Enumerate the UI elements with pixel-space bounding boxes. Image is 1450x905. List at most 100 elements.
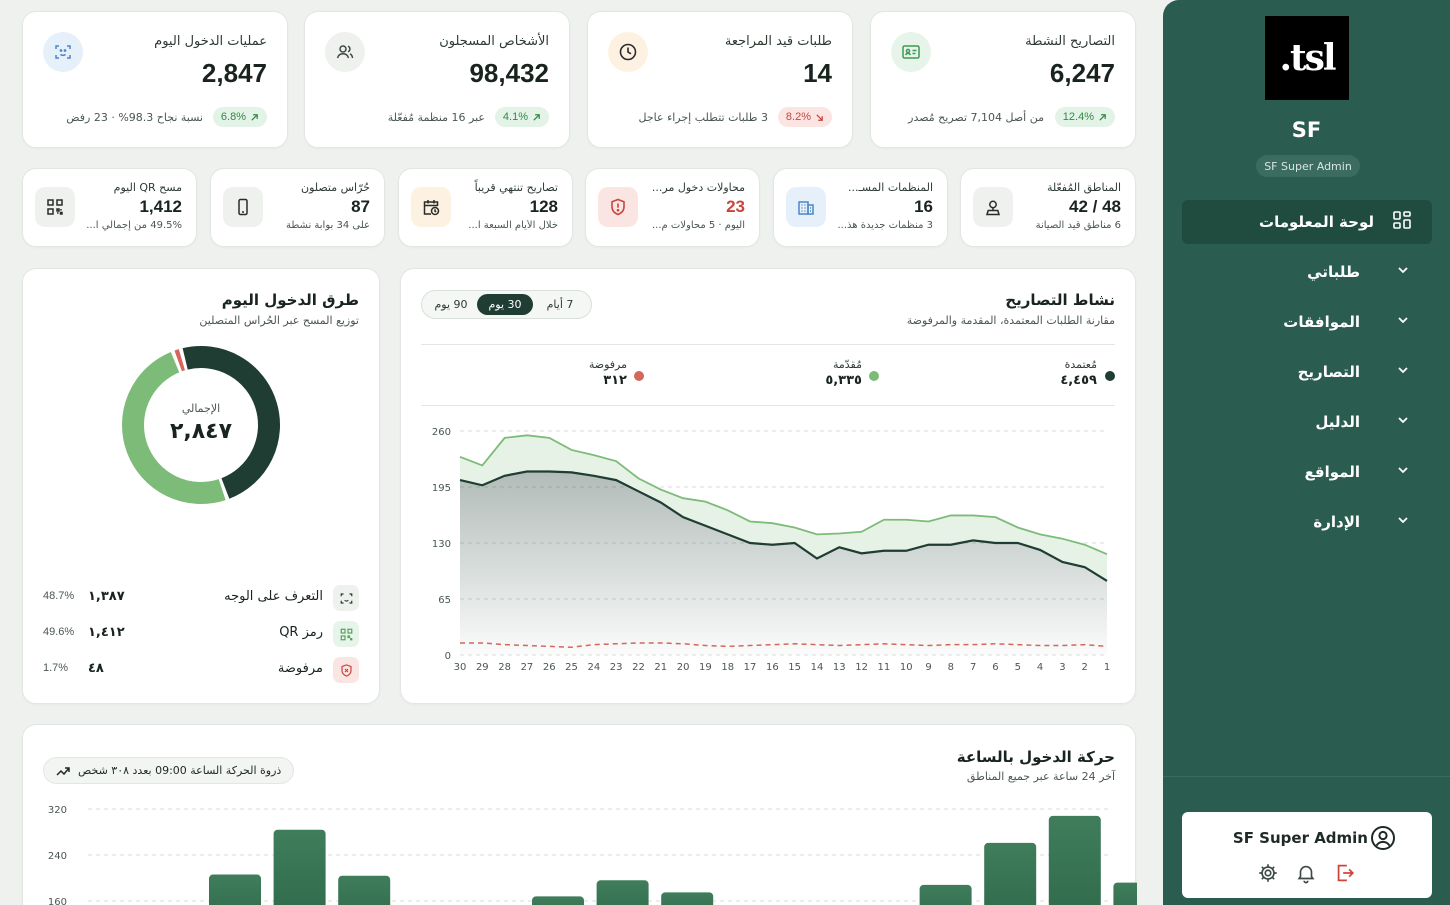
hourly-bar [209, 874, 261, 905]
method-count: ١,٤١٢ [88, 625, 125, 640]
hourly-card: حركة الدخول بالساعة آخر 24 ساعة عبر جميع… [22, 724, 1137, 905]
mini-title: تصاريح تنتهي قريباً [474, 181, 558, 194]
mini-value: 87 [351, 197, 370, 216]
x-tick-label: 24 [587, 662, 600, 673]
calendar-clock-icon [411, 187, 451, 227]
mini-value: 23 [726, 197, 745, 216]
chevron-down-icon [1391, 513, 1415, 531]
change-value: 12.4% [1062, 111, 1094, 123]
qr-icon [333, 621, 359, 647]
nav-my-requests[interactable]: طلباتي [1163, 250, 1450, 294]
change-badge: 6.8% [212, 107, 267, 127]
mini-sub: 6 مناطق قيد الصيانة [1035, 220, 1121, 231]
y-tick-label: 260 [432, 427, 451, 438]
y-tick-label: 130 [432, 539, 451, 550]
user-name: SF Super Admin [1232, 829, 1368, 847]
change-value: 8.2% [785, 111, 811, 123]
hourly-chart: 160 240 320 [48, 805, 1137, 905]
donut-total-label: الإجمالي [181, 402, 221, 415]
change-value: 6.8% [220, 111, 246, 123]
org-name: SF [1291, 118, 1322, 142]
bell-icon[interactable] [1295, 862, 1317, 888]
x-tick-label: 9 [925, 662, 931, 673]
x-tick-label: 7 [970, 662, 976, 673]
y-tick-label: 320 [48, 805, 67, 816]
method-row-rejected: مرفوضة ٤٨ 1.7% [43, 657, 359, 683]
approved-area [460, 471, 1107, 655]
y-tick-label: 240 [48, 851, 67, 862]
stat-title: طلبات قيد المراجعة [724, 34, 832, 49]
hourly-bar [338, 875, 391, 905]
mini-sub: 3 منظمات جديدة هذ... [837, 220, 934, 231]
y-tick-label: 65 [438, 595, 451, 606]
settings-icon[interactable] [1257, 862, 1279, 888]
mini-sub: خلال الأيام السبعة ا... [468, 220, 558, 231]
nav-admin[interactable]: الإدارة [1163, 500, 1450, 544]
stat-value: 14 [803, 58, 832, 88]
mini-card-online-guards: حُرّاس متصلون 87 على 34 بوابة نشطة [210, 168, 385, 247]
nav-label: المواقع [1304, 463, 1360, 481]
mini-sub: 49.5% من إجمالي ا... [86, 220, 182, 231]
x-tick-label: 28 [498, 662, 511, 673]
trend-up-icon [1099, 113, 1106, 121]
chevron-down-icon [1391, 263, 1415, 281]
chevron-down-icon [1391, 413, 1415, 431]
stat-value: 2,847 [201, 58, 267, 88]
device-icon [223, 187, 263, 227]
method-row-qr: رمز QR ١,٤١٢ 49.6% [43, 621, 359, 647]
mini-card-organizations: المنظمات المسـ... 16 3 منظمات جديدة هذ..… [773, 168, 948, 247]
mini-card-failed-attempts: محاولات دخول مر... 23 اليوم · 5 محاولات … [585, 168, 760, 247]
x-tick-label: 18 [721, 662, 734, 673]
x-tick-label: 15 [788, 662, 801, 673]
x-tick-label: 25 [565, 662, 578, 673]
change-badge: 4.1% [494, 107, 549, 127]
chevron-down-icon [1391, 313, 1415, 331]
qr-icon [35, 187, 75, 227]
hourly-bar [273, 829, 326, 905]
method-pct: 1.7% [43, 662, 69, 674]
logout-icon[interactable] [1334, 862, 1356, 888]
mini-card-active-zones: المناطق المُفعّلة 48 / 42 6 مناطق قيد ال… [960, 168, 1136, 247]
hourly-bar [661, 892, 714, 905]
mini-title: المنظمات المسـ... [848, 181, 933, 194]
logo: tsl. [1265, 16, 1349, 100]
chevron-down-icon [1391, 363, 1415, 381]
hourly-bar [1113, 882, 1137, 905]
x-tick-label: 17 [744, 662, 757, 673]
nav-dashboard[interactable]: لوحة المعلومات [1182, 200, 1432, 244]
nav-label: لوحة المعلومات [1259, 213, 1374, 231]
nav-approvals[interactable]: الموافقات [1163, 300, 1450, 344]
x-tick-label: 2 [1082, 662, 1088, 673]
nav-label: طلباتي [1307, 263, 1360, 281]
hourly-bar [984, 842, 1037, 905]
x-tick-label: 22 [632, 662, 645, 673]
nav-label: الموافقات [1283, 313, 1360, 331]
hourly-bar [596, 880, 649, 905]
id-card-icon [891, 32, 931, 72]
nav-directory[interactable]: الدليل [1163, 400, 1450, 444]
x-tick-label: 13 [833, 662, 846, 673]
change-value: 4.1% [502, 111, 528, 123]
sidebar: tsl. SF SF Super Admin لوحة المعلومات طل… [1163, 0, 1450, 905]
mini-sub: اليوم · 5 محاولات م... [651, 220, 745, 231]
user-card: SF Super Admin [1182, 812, 1432, 898]
role-badge: SF Super Admin [1256, 155, 1360, 177]
mini-title: حُرّاس متصلون [300, 181, 370, 194]
chevron-down-icon [1391, 463, 1415, 481]
trend-up-icon [533, 113, 540, 121]
x-tick-label: 26 [543, 662, 556, 673]
nav-sites[interactable]: المواقع [1163, 450, 1450, 494]
mini-value: 128 [529, 197, 558, 216]
mini-title: مسح QR اليوم [113, 181, 182, 194]
x-tick-label: 6 [992, 662, 998, 673]
method-count: ٤٨ [88, 661, 104, 676]
x-tick-label: 5 [1015, 662, 1021, 673]
user-circle-icon[interactable] [1370, 825, 1396, 855]
method-name: رمز QR [279, 625, 323, 640]
nav-permits[interactable]: التصاريح [1163, 350, 1450, 394]
clock-icon [608, 32, 648, 72]
nav-label: الدليل [1315, 413, 1360, 431]
stat-sub: عبر 16 منظمة مُفعّلة [387, 111, 485, 124]
stat-sub: من أصل 7,104 تصريح مُصدر [908, 111, 1044, 124]
x-tick-label: 23 [610, 662, 623, 673]
